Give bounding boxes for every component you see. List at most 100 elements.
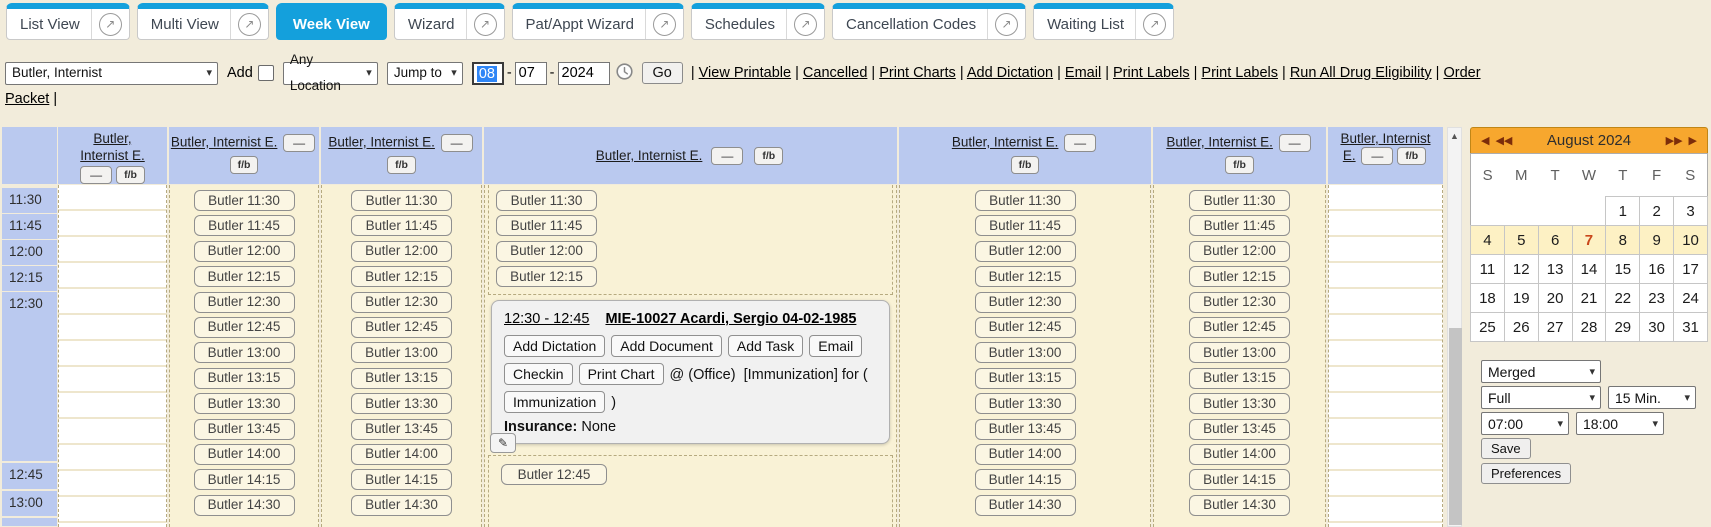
slot-button-butler-13-30[interactable]: Butler 13:30: [351, 393, 452, 414]
slot-button-butler-12-00[interactable]: Butler 12:00: [351, 241, 452, 262]
fb-button[interactable]: f/b: [116, 166, 145, 184]
cal-day-cell[interactable]: 4: [1471, 226, 1505, 255]
cal-day-cell[interactable]: 22: [1606, 284, 1640, 313]
end-time-select[interactable]: 18:00▾: [1576, 412, 1664, 435]
date-month-input[interactable]: 08: [472, 62, 504, 85]
slot-button-butler-13-15[interactable]: Butler 13:15: [1189, 368, 1290, 389]
cal-prev-icon[interactable]: ◀: [1481, 134, 1489, 147]
link-print-labels[interactable]: Print Labels: [1201, 65, 1278, 81]
add-dictation-button[interactable]: Add Dictation: [504, 335, 605, 357]
link-run-all-drug-eligibility[interactable]: Run All Drug Eligibility: [1290, 65, 1432, 81]
provider-link[interactable]: Butler, Internist: [1340, 131, 1430, 146]
collapse-column-button[interactable]: —: [1361, 147, 1393, 165]
link-order-packet[interactable]: Order: [1443, 65, 1480, 81]
slot-button-butler-12-00[interactable]: Butler 12:00: [496, 241, 597, 262]
slot-button-butler-14-30[interactable]: Butler 14:30: [1189, 495, 1290, 516]
cal-day-cell[interactable]: 8: [1606, 226, 1640, 255]
cal-day-cell[interactable]: 14: [1572, 255, 1606, 284]
cal-day-cell[interactable]: 7: [1572, 226, 1606, 255]
provider-select[interactable]: Butler, Internist ▾: [5, 62, 218, 85]
slot-button-butler-12-30[interactable]: Butler 12:30: [975, 292, 1076, 313]
scroll-up-icon[interactable]: ▲: [1448, 131, 1461, 141]
provider-link[interactable]: Butler,Internist E.: [80, 131, 145, 163]
fb-button[interactable]: f/b: [1225, 156, 1254, 174]
add-checkbox[interactable]: [258, 65, 274, 81]
link-email[interactable]: Email: [1065, 65, 1101, 81]
cal-day-cell[interactable]: 2: [1640, 197, 1674, 226]
cal-day-cell[interactable]: 29: [1606, 313, 1640, 342]
slot-button-butler-13-00[interactable]: Butler 13:00: [1189, 342, 1290, 363]
cal-day-cell[interactable]: 3: [1674, 197, 1708, 226]
link-view-printable[interactable]: View Printable: [699, 65, 791, 81]
provider-link[interactable]: Butler, Internist E.: [328, 135, 435, 150]
slot-button-butler-11-30[interactable]: Butler 11:30: [496, 190, 597, 211]
immunization-button[interactable]: Immunization: [504, 391, 605, 413]
provider-link[interactable]: Butler, Internist E.: [952, 135, 1059, 150]
slot-button-butler-11-45[interactable]: Butler 11:45: [1189, 215, 1290, 236]
slot-button-butler-14-15[interactable]: Butler 14:15: [351, 469, 452, 490]
link-add-dictation[interactable]: Add Dictation: [967, 65, 1053, 81]
slot-button-butler-11-30[interactable]: Butler 11:30: [351, 190, 452, 211]
add-document-button[interactable]: Add Document: [611, 335, 722, 357]
fb-button[interactable]: f/b: [387, 156, 416, 174]
edit-appointment-button[interactable]: ✎: [490, 433, 516, 453]
slot-button-butler-12-30[interactable]: Butler 12:30: [194, 292, 295, 313]
slot-button-butler-13-00[interactable]: Butler 13:00: [975, 342, 1076, 363]
location-select[interactable]: Any Location ▾: [283, 62, 378, 85]
appointment-time-link[interactable]: 12:30 - 12:45: [504, 311, 589, 327]
cal-day-cell[interactable]: 13: [1538, 255, 1572, 284]
fb-button[interactable]: f/b: [754, 147, 783, 165]
slot-button-butler-13-30[interactable]: Butler 13:30: [975, 393, 1076, 414]
fb-button[interactable]: f/b: [230, 156, 259, 174]
slot-button-butler-13-45[interactable]: Butler 13:45: [351, 419, 452, 440]
cal-day-cell[interactable]: 11: [1471, 255, 1505, 284]
slot-button-butler-14-30[interactable]: Butler 14:30: [194, 495, 295, 516]
slot-button-butler-14-30[interactable]: Butler 14:30: [351, 495, 452, 516]
slot-button-butler-13-30[interactable]: Butler 13:30: [194, 393, 295, 414]
patient-link[interactable]: MIE-10027 Acardi, Sergio 04-02-1985: [605, 311, 856, 327]
tab-multi-view[interactable]: Multi View↗: [137, 3, 269, 40]
cal-day-cell[interactable]: 18: [1471, 284, 1505, 313]
slot-button-butler-13-00[interactable]: Butler 13:00: [351, 342, 452, 363]
open-in-new-icon[interactable]: ↗: [995, 13, 1018, 36]
start-time-select[interactable]: 07:00▾: [1481, 412, 1569, 435]
slot-button-butler-13-45[interactable]: Butler 13:45: [975, 419, 1076, 440]
cal-day-cell[interactable]: 19: [1504, 284, 1538, 313]
provider-link[interactable]: Butler, Internist E.: [596, 148, 703, 163]
provider-link[interactable]: E.: [1343, 148, 1356, 163]
slot-button-butler-14-15[interactable]: Butler 14:15: [975, 469, 1076, 490]
save-button[interactable]: Save: [1481, 438, 1531, 459]
slot-button-butler-13-15[interactable]: Butler 13:15: [975, 368, 1076, 389]
cal-day-cell[interactable]: 26: [1504, 313, 1538, 342]
tab-list-view[interactable]: List View↗: [6, 3, 130, 40]
collapse-column-button[interactable]: —: [441, 134, 473, 152]
fb-button[interactable]: f/b: [1397, 147, 1426, 165]
scrollbar-thumb[interactable]: [1449, 328, 1462, 525]
slot-button-butler-12-15[interactable]: Butler 12:15: [496, 266, 597, 287]
link-print-charts[interactable]: Print Charts: [879, 65, 956, 81]
link-cancelled[interactable]: Cancelled: [803, 65, 868, 81]
print-chart-button[interactable]: Print Chart: [579, 363, 664, 385]
checkin-button[interactable]: Checkin: [504, 363, 573, 385]
cal-next-icon[interactable]: ▶: [1689, 134, 1697, 147]
cal-day-cell[interactable]: 1: [1606, 197, 1640, 226]
clock-icon[interactable]: [616, 65, 633, 81]
slot-button-butler-13-00[interactable]: Butler 13:00: [194, 342, 295, 363]
collapse-column-button[interactable]: —: [283, 134, 315, 152]
cal-day-cell[interactable]: 20: [1538, 284, 1572, 313]
interval-select[interactable]: 15 Min.▾: [1608, 386, 1696, 409]
slot-button-butler-12-30[interactable]: Butler 12:30: [351, 292, 452, 313]
collapse-column-button[interactable]: —: [711, 147, 743, 165]
open-in-new-icon[interactable]: ↗: [238, 13, 261, 36]
vertical-scrollbar[interactable]: ▲: [1447, 127, 1462, 527]
open-in-new-icon[interactable]: ↗: [474, 13, 497, 36]
merge-mode-select[interactable]: Merged▾: [1481, 360, 1601, 383]
cal-day-cell[interactable]: 31: [1674, 313, 1708, 342]
date-day-input[interactable]: 07: [515, 62, 547, 85]
slot-button-butler-12-45[interactable]: Butler 12:45: [1189, 317, 1290, 338]
slot-button-butler-14-15[interactable]: Butler 14:15: [1189, 469, 1290, 490]
slot-button-butler-14-00[interactable]: Butler 14:00: [975, 444, 1076, 465]
open-in-new-icon[interactable]: ↗: [653, 13, 676, 36]
tab-schedules[interactable]: Schedules↗: [691, 3, 825, 40]
slot-button-butler-11-30[interactable]: Butler 11:30: [975, 190, 1076, 211]
